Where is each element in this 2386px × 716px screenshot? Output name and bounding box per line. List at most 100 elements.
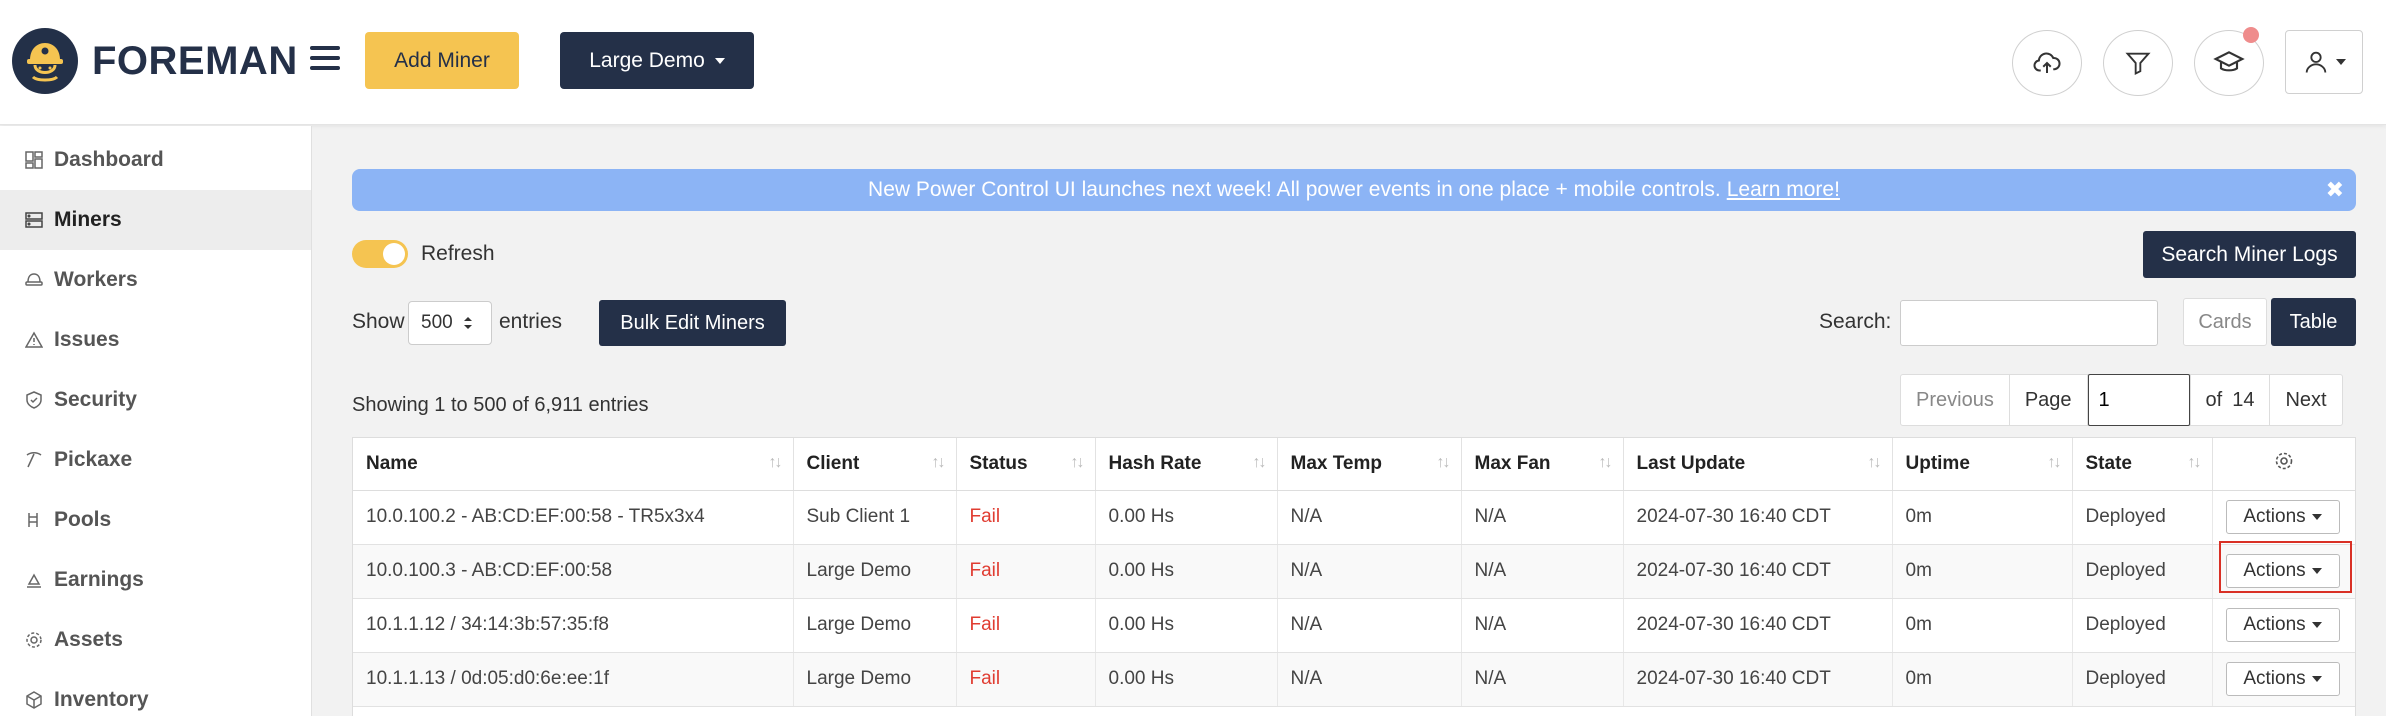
- client-selector-dropdown[interactable]: Large Demo: [560, 32, 754, 89]
- column-header-last-update[interactable]: Last Update ↑↓: [1623, 438, 1893, 491]
- user-icon: [2305, 51, 2327, 73]
- top-navbar: FOREMAN Add Miner Large Demo: [0, 0, 2386, 125]
- view-cards-button[interactable]: Cards: [2183, 298, 2267, 346]
- announcement-banner: New Power Control UI launches next week!…: [352, 169, 2356, 211]
- academy-button[interactable]: [2194, 27, 2264, 96]
- actions-dropdown-button[interactable]: Actions: [2225, 608, 2340, 642]
- column-label: State: [2085, 452, 2132, 474]
- column-label: Uptime: [1905, 452, 1970, 474]
- search-input[interactable]: [1900, 300, 2158, 346]
- cell-state: Deployed: [2072, 652, 2213, 707]
- cell-name[interactable]: 10.1.1.13 / 0d:05:d0:6e:ee:1f: [353, 652, 794, 707]
- miner-helmet-icon: [12, 28, 78, 94]
- cell-max-fan: N/A: [1461, 598, 1624, 653]
- refresh-toggle[interactable]: [352, 240, 408, 268]
- hamburger-menu-icon[interactable]: [310, 46, 340, 70]
- upload-button[interactable]: [2012, 30, 2082, 96]
- cell-client: Large Demo: [793, 598, 957, 653]
- cell-max-fan: N/A: [1461, 490, 1624, 545]
- sidebar-item-label: Assets: [54, 628, 123, 651]
- cell-max-temp: N/A: [1277, 490, 1462, 545]
- cell-max-temp: N/A: [1277, 598, 1462, 653]
- close-icon[interactable]: ✖: [2326, 177, 2344, 203]
- table-row: [353, 706, 2355, 716]
- sidebar-item-label: Miners: [54, 208, 122, 231]
- column-header-uptime[interactable]: Uptime ↑↓: [1892, 438, 2073, 491]
- view-table-button[interactable]: Table: [2271, 298, 2356, 346]
- caret-down-icon: [2311, 514, 2322, 520]
- sort-icon: ↑↓: [1252, 454, 1267, 471]
- caret-down-icon: [2311, 568, 2322, 574]
- banner-learn-more-link[interactable]: Learn more!: [1727, 178, 1840, 202]
- column-header-max-temp[interactable]: Max Temp ↑↓: [1277, 438, 1462, 491]
- sidebar-item-miners[interactable]: Miners: [0, 190, 311, 250]
- cell-name[interactable]: 10.0.100.2 - AB:CD:EF:00:58 - TR5x3x4: [353, 490, 794, 545]
- sidebar-item-issues[interactable]: Issues: [0, 310, 311, 370]
- actions-dropdown-button[interactable]: Actions: [2225, 500, 2340, 534]
- sort-icon: ↑↓: [2047, 454, 2062, 471]
- pickaxe-icon: [24, 450, 44, 470]
- sort-icon: ↑↓: [1070, 454, 1085, 471]
- column-header-status[interactable]: Status ↑↓: [956, 438, 1096, 491]
- sidebar-item-inventory[interactable]: Inventory: [0, 670, 311, 716]
- sort-icon: ↑↓: [1867, 454, 1882, 471]
- previous-page-button[interactable]: Previous: [1901, 375, 2010, 425]
- table-row: 10.0.100.3 - AB:CD:EF:00:58 Large Demo F…: [353, 544, 2355, 599]
- shield-icon: [24, 390, 44, 410]
- gear-icon: [2275, 452, 2293, 470]
- cloud-upload-icon: [2033, 52, 2061, 73]
- pools-icon: [24, 510, 44, 530]
- column-settings[interactable]: [2212, 438, 2355, 491]
- cell-actions: Actions: [2212, 544, 2355, 599]
- column-header-state[interactable]: State ↑↓: [2072, 438, 2213, 491]
- add-miner-button[interactable]: Add Miner: [365, 32, 519, 89]
- sidebar-item-pools[interactable]: Pools: [0, 490, 311, 550]
- column-header-name[interactable]: Name ↑↓: [353, 438, 794, 491]
- earnings-icon: [24, 570, 44, 590]
- table-row: 10.1.1.12 / 34:14:3b:57:35:f8 Large Demo…: [353, 598, 2355, 653]
- entries-per-page-select[interactable]: 500: [408, 301, 492, 345]
- show-label: Show: [352, 310, 405, 333]
- sort-icon: ↑↓: [768, 454, 783, 471]
- bulk-edit-miners-button[interactable]: Bulk Edit Miners: [599, 300, 786, 346]
- actions-dropdown-button[interactable]: Actions: [2225, 554, 2340, 588]
- foreman-logo[interactable]: FOREMAN: [12, 28, 298, 94]
- cell-uptime: 0m: [1892, 490, 2073, 545]
- actions-label: Actions: [2243, 614, 2306, 635]
- cell-name[interactable]: 10.1.1.12 / 34:14:3b:57:35:f8: [353, 598, 794, 653]
- sidebar: Dashboard Miners Workers Issues Security…: [0, 126, 312, 716]
- sidebar-item-assets[interactable]: Assets: [0, 610, 311, 670]
- notification-dot: [2243, 27, 2259, 43]
- filter-icon: [2125, 52, 2151, 76]
- cell-status: Fail: [956, 598, 1096, 653]
- miners-table: Name ↑↓ Client ↑↓ Status ↑↓ Hash Rate ↑↓ Max…: [352, 437, 2356, 716]
- sidebar-item-dashboard[interactable]: Dashboard: [0, 130, 311, 190]
- sort-icon: ↑↓: [1436, 454, 1451, 471]
- cell-client: Large Demo: [793, 544, 957, 599]
- sidebar-item-security[interactable]: Security: [0, 370, 311, 430]
- miners-icon: [24, 210, 44, 230]
- user-menu-button[interactable]: [2285, 30, 2363, 94]
- next-page-button[interactable]: Next: [2270, 375, 2341, 425]
- search-miner-logs-button[interactable]: Search Miner Logs: [2143, 231, 2356, 278]
- sidebar-item-earnings[interactable]: Earnings: [0, 550, 311, 610]
- actions-dropdown-button[interactable]: Actions: [2225, 662, 2340, 696]
- search-label: Search:: [1819, 310, 1892, 333]
- column-header-client[interactable]: Client ↑↓: [793, 438, 957, 491]
- page-number-input[interactable]: [2087, 374, 2190, 426]
- cell-hash-rate: 0.00 Hs: [1095, 652, 1278, 707]
- filter-button[interactable]: [2103, 30, 2173, 96]
- sidebar-item-pickaxe[interactable]: Pickaxe: [0, 430, 311, 490]
- column-label: Client: [806, 452, 860, 474]
- column-header-hash-rate[interactable]: Hash Rate ↑↓: [1095, 438, 1278, 491]
- gear-icon: [24, 630, 44, 650]
- cell-hash-rate: 0.00 Hs: [1095, 490, 1278, 545]
- column-header-max-fan[interactable]: Max Fan ↑↓: [1461, 438, 1624, 491]
- sort-icon: ↑↓: [931, 454, 946, 471]
- sort-icon: ↑↓: [1598, 454, 1613, 471]
- cell-name[interactable]: 10.0.100.3 - AB:CD:EF:00:58: [353, 544, 794, 599]
- cell-max-fan: N/A: [1461, 544, 1624, 599]
- actions-label: Actions: [2243, 668, 2306, 689]
- sidebar-item-workers[interactable]: Workers: [0, 250, 311, 310]
- column-label: Name: [366, 452, 418, 474]
